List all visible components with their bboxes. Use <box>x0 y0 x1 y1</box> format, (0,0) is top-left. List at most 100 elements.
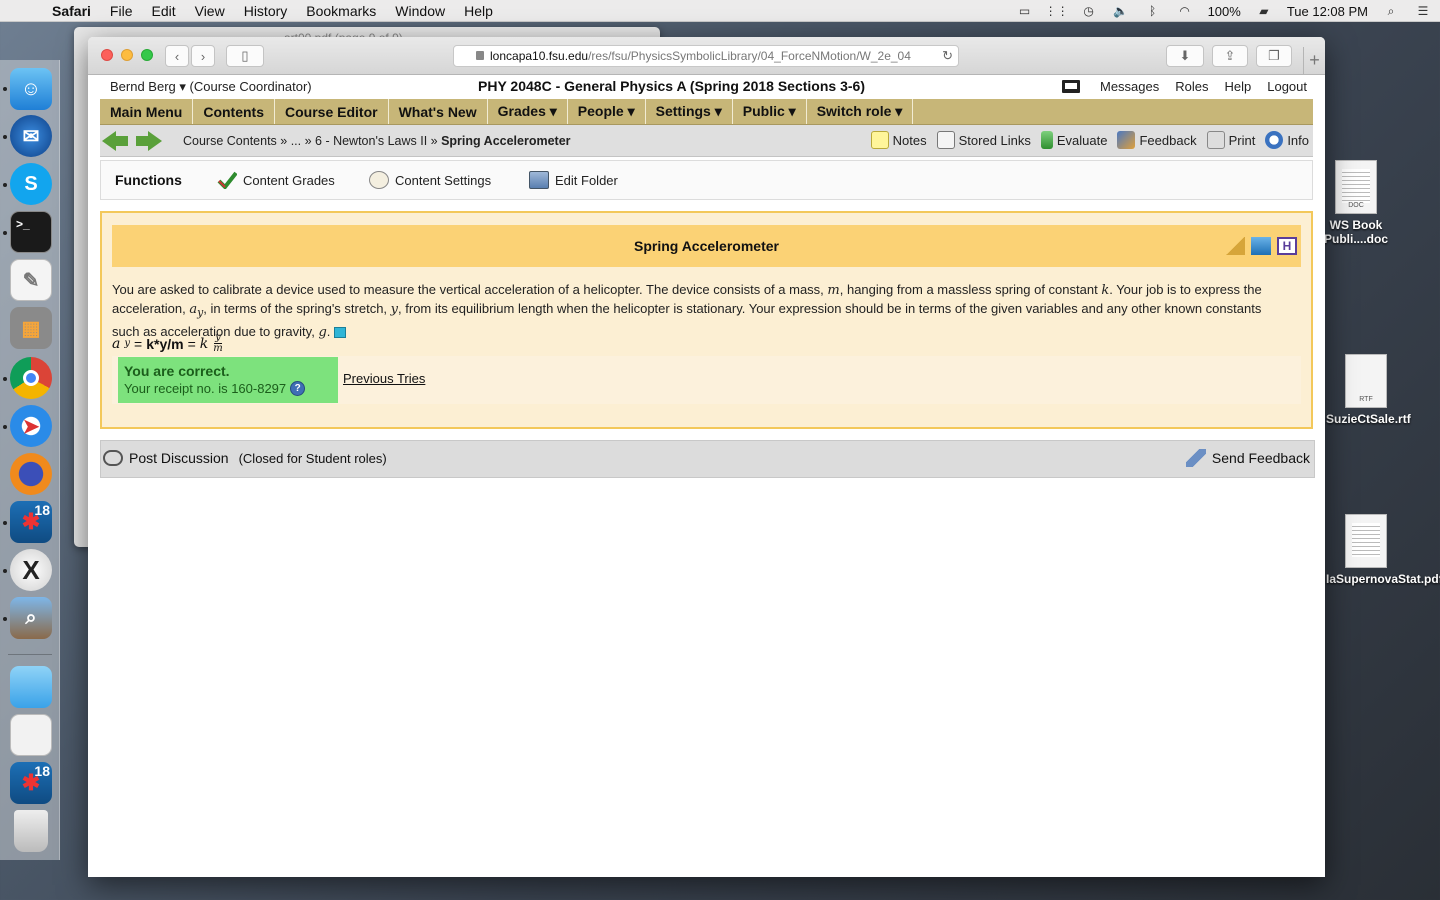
sidebar-toggle-button[interactable]: ▯ <box>226 45 264 67</box>
chrome-icon[interactable] <box>10 357 52 399</box>
content-grades-link[interactable]: Content Grades <box>217 171 335 189</box>
address-bar[interactable]: loncapa10.fsu.edu/res/fsu/PhysicsSymboli… <box>453 45 959 67</box>
battery-percent[interactable]: 100% <box>1208 4 1241 19</box>
discussion-bubble-icon[interactable] <box>103 450 123 466</box>
share-button[interactable]: ⇪ <box>1212 45 1248 67</box>
feedback-tool[interactable]: Feedback <box>1117 131 1197 149</box>
next-resource-arrow-shaft[interactable] <box>136 136 148 146</box>
content-settings-link[interactable]: Content Settings <box>369 171 491 189</box>
bluetooth-icon[interactable]: ᛒ <box>1144 4 1162 18</box>
clock[interactable]: Tue 12:08 PM <box>1287 4 1368 19</box>
folder-icon[interactable] <box>10 666 52 708</box>
menu-whats-new[interactable]: What's New <box>389 99 488 124</box>
breadcrumb-trail[interactable]: Course Contents » ... » 6 - Newton's Law… <box>183 134 438 148</box>
tabs-overview-button[interactable]: ❐ <box>1256 45 1292 67</box>
trash-icon[interactable] <box>14 810 48 852</box>
downloads-button[interactable]: ⬇ <box>1166 45 1204 67</box>
activity-icon[interactable]: ⋮⋮ <box>1045 4 1069 18</box>
close-window-button[interactable] <box>101 49 113 61</box>
stored-links-icon <box>936 131 955 149</box>
help-link[interactable]: Help <box>1224 79 1251 94</box>
app-menu-safari[interactable]: Safari <box>52 3 91 19</box>
skype-icon[interactable]: S <box>10 163 52 205</box>
menu-help[interactable]: Help <box>464 3 493 19</box>
functions-title: Functions <box>115 172 182 188</box>
menu-file[interactable]: File <box>110 3 133 19</box>
comment-icon[interactable] <box>334 326 347 338</box>
stored-links-tool[interactable]: Stored Links <box>936 131 1031 149</box>
menu-history[interactable]: History <box>244 3 288 19</box>
apple-menu-icon[interactable] <box>18 3 36 19</box>
airplay-icon[interactable]: ▭ <box>1016 4 1034 18</box>
grade-icon[interactable] <box>1225 237 1245 255</box>
desktop-file-pdf[interactable]: IaSupernovaStat.pdf <box>1326 514 1440 586</box>
safari-icon[interactable]: ➤ <box>10 405 52 447</box>
post-discussion-link[interactable]: Post Discussion <box>129 450 229 466</box>
notes-tool[interactable]: Notes <box>870 131 927 149</box>
volume-icon[interactable]: 🔈 <box>1112 4 1130 18</box>
menu-edit[interactable]: Edit <box>151 3 175 19</box>
edit-problem-icon[interactable] <box>1251 237 1271 255</box>
problem-text-part: You are asked to calibrate a device used… <box>112 282 828 297</box>
desktop-file-rtf[interactable]: RTF SuzieCtSale.rtf <box>1326 354 1411 426</box>
previous-resource-arrow-shaft[interactable] <box>116 136 128 146</box>
var-y: y <box>390 301 399 317</box>
time-machine-icon[interactable]: ◷ <box>1080 4 1098 18</box>
textedit-icon[interactable]: ✎ <box>10 259 52 301</box>
logout-link[interactable]: Logout <box>1267 79 1307 94</box>
menu-settings[interactable]: Settings ▾ <box>646 99 733 124</box>
screenshot-icon[interactable] <box>10 714 52 756</box>
help-question-icon[interactable]: ? <box>290 381 306 396</box>
var-g: g <box>318 324 327 340</box>
minimize-window-button[interactable] <box>121 49 133 61</box>
x11-icon[interactable]: X <box>10 549 52 591</box>
notification-center-icon[interactable]: ☰ <box>1414 4 1432 18</box>
monitor-icon[interactable] <box>1061 80 1080 93</box>
previous-tries-link[interactable]: Previous Tries <box>343 371 425 386</box>
wifi-icon[interactable]: ◠ <box>1176 4 1194 18</box>
maple-icon[interactable]: ✱ 18 <box>10 501 52 543</box>
problem-text-part: . <box>326 323 331 339</box>
new-tab-button[interactable]: + <box>1303 47 1325 75</box>
calculator-icon[interactable]: ▦ <box>10 307 52 349</box>
forward-button[interactable]: › <box>191 45 215 67</box>
menu-people[interactable]: People ▾ <box>568 99 646 124</box>
reload-icon[interactable]: ↻ <box>942 48 953 64</box>
settings-icon <box>369 171 389 189</box>
terminal-icon[interactable]: >_ <box>10 211 52 253</box>
print-tool[interactable]: Print <box>1206 131 1255 149</box>
previous-resource-arrow-icon[interactable] <box>102 131 116 151</box>
menu-switch-role[interactable]: Switch role ▾ <box>807 99 914 124</box>
edit-folder-link[interactable]: Edit Folder <box>529 171 618 189</box>
user-role-menu[interactable]: Bernd Berg ▾ (Course Coordinator) <box>110 79 312 95</box>
preview-icon[interactable]: ⌕ <box>10 597 52 639</box>
next-resource-arrow-icon[interactable] <box>148 131 162 151</box>
menu-main-menu[interactable]: Main Menu <box>100 99 194 124</box>
spotlight-search-icon[interactable]: ⌕ <box>1382 4 1400 18</box>
menu-grades[interactable]: Grades ▾ <box>488 99 568 124</box>
menu-course-editor[interactable]: Course Editor <box>275 99 389 124</box>
menu-public[interactable]: Public ▾ <box>733 99 807 124</box>
menu-bookmarks[interactable]: Bookmarks <box>306 3 376 19</box>
finder-icon[interactable]: ☺ <box>10 68 52 110</box>
hint-icon[interactable]: H <box>1277 237 1297 255</box>
zoom-window-button[interactable] <box>141 49 153 61</box>
thunderbird-icon[interactable]: ✉ <box>10 115 52 157</box>
evaluate-tool[interactable]: Evaluate <box>1040 131 1107 149</box>
menu-view[interactable]: View <box>195 3 225 19</box>
firefox-icon[interactable] <box>10 453 52 495</box>
roles-link[interactable]: Roles <box>1175 79 1208 94</box>
back-button[interactable]: ‹ <box>165 45 189 67</box>
print-icon <box>1206 131 1225 149</box>
problem-header: Spring Accelerometer H <box>112 225 1301 267</box>
battery-icon[interactable]: ▰ <box>1255 4 1273 18</box>
info-tool[interactable]: Info <box>1265 131 1309 149</box>
maple-icon[interactable]: ✱ 18 <box>10 762 52 804</box>
messages-link[interactable]: Messages <box>1100 79 1159 94</box>
menu-window[interactable]: Window <box>395 3 445 19</box>
send-feedback-link[interactable]: Send Feedback <box>1212 450 1310 466</box>
menu-contents[interactable]: Contents <box>193 99 276 124</box>
evaluate-icon <box>1040 131 1053 149</box>
desktop-file-doc[interactable]: DOC WS Book Publi....doc <box>1316 160 1396 246</box>
send-feedback-icon[interactable] <box>1185 449 1206 467</box>
